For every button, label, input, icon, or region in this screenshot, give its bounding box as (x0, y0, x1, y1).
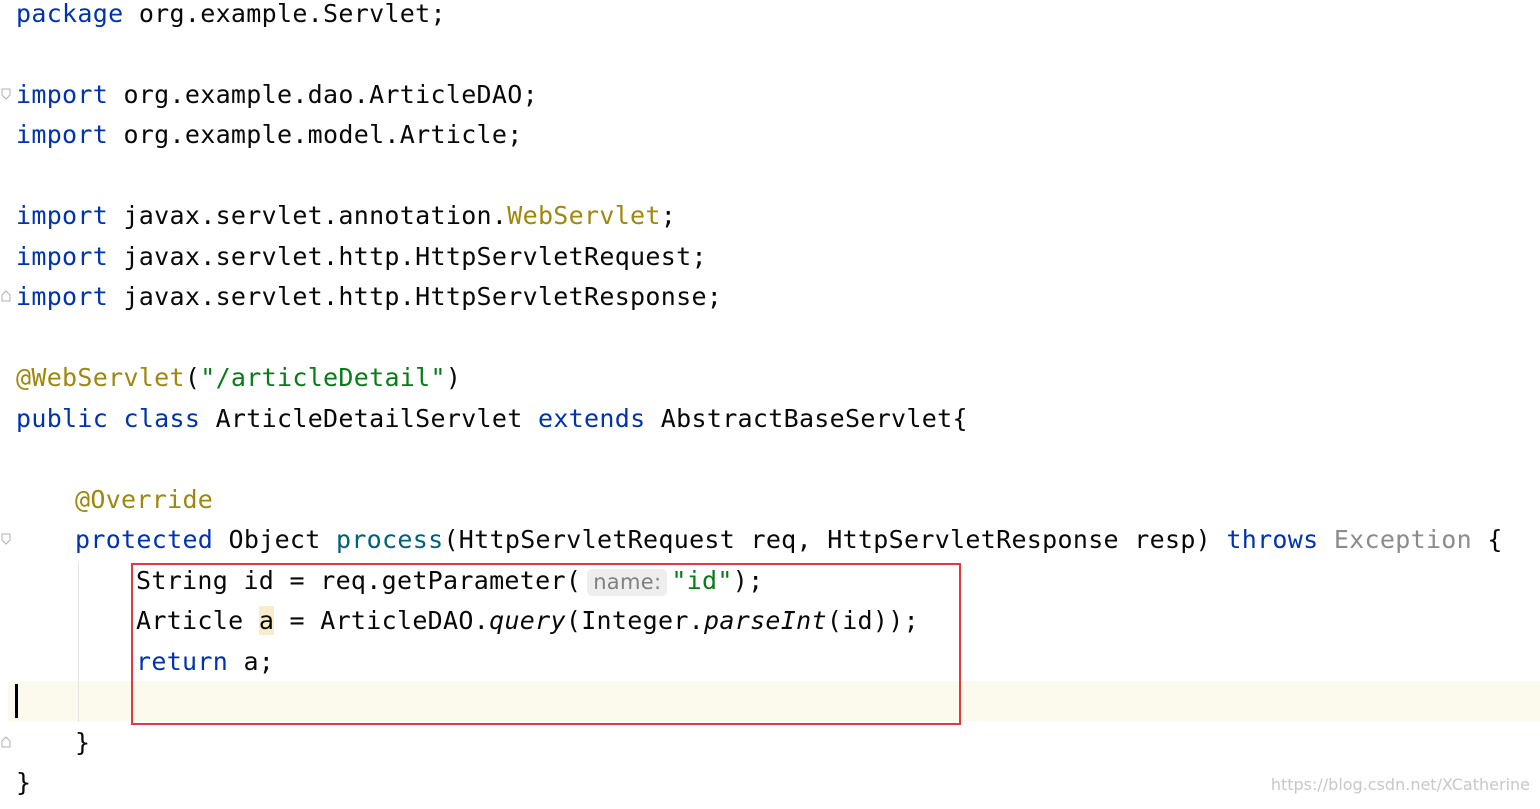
code-line[interactable]: @WebServlet("/articleDetail") (16, 364, 461, 404)
code-line[interactable]: import javax.servlet.http.HttpServletRes… (16, 283, 722, 323)
code-text: org.example.model.Article; (108, 120, 523, 149)
code-text: AbstractBaseServlet{ (645, 404, 968, 433)
code-text: Object (213, 525, 336, 554)
class-name: ArticleDetailServlet (200, 404, 538, 433)
closing-brace: } (75, 728, 91, 757)
editor-gutter (0, 0, 8, 804)
code-text: org.example.dao.ArticleDAO; (108, 80, 538, 109)
keyword: extends (537, 404, 646, 433)
code-text: { (1472, 525, 1503, 554)
code-line[interactable]: public class ArticleDetailServlet extend… (16, 405, 968, 445)
code-text: (HttpServletRequest req, HttpServletResp… (443, 525, 1227, 554)
fold-marker-icon[interactable] (1, 290, 11, 302)
closing-brace: } (16, 768, 32, 797)
indent-guide (78, 562, 79, 722)
fold-marker-icon[interactable] (1, 736, 11, 748)
exception-type: Exception (1318, 525, 1472, 554)
keyword: package (16, 0, 124, 28)
code-line[interactable]: protected Object process(HttpServletRequ… (75, 526, 1503, 566)
code-text: javax.servlet.http.HttpServletResponse; (108, 282, 723, 311)
code-line[interactable]: import org.example.model.Article; (16, 121, 523, 161)
keyword: import (16, 80, 109, 109)
keyword: import (16, 120, 109, 149)
watermark: https://blog.csdn.net/XCatherine (1270, 775, 1530, 794)
code-text: ; (660, 201, 677, 230)
code-line[interactable]: package org.example.Servlet; (16, 0, 446, 40)
annotation-ref: WebServlet (507, 201, 661, 230)
string-literal: "/articleDetail" (200, 363, 446, 392)
code-text: javax.servlet.annotation. (108, 201, 508, 230)
keyword: import (16, 201, 109, 230)
code-text: ( (184, 363, 201, 392)
code-text: javax.servlet.http.HttpServletRequest; (108, 242, 707, 271)
code-line[interactable]: import javax.servlet.annotation.WebServl… (16, 202, 676, 242)
code-text: ) (445, 363, 462, 392)
keyword: public (16, 404, 109, 433)
code-line[interactable]: import javax.servlet.http.HttpServletReq… (16, 243, 707, 283)
method-name: process (335, 525, 444, 554)
fold-marker-icon[interactable] (1, 88, 11, 100)
code-line[interactable]: @Override (75, 486, 213, 526)
code-editor[interactable]: package org.example.Servlet; import org.… (0, 0, 1540, 804)
annotation-highlight-box (131, 563, 961, 725)
fold-marker-icon[interactable] (1, 533, 11, 545)
annotation: @Override (75, 485, 214, 514)
keyword: class (123, 404, 201, 433)
text-caret (15, 684, 18, 718)
keyword: import (16, 282, 109, 311)
code-line[interactable]: import org.example.dao.ArticleDAO; (16, 81, 538, 121)
annotation: @WebServlet (16, 363, 185, 392)
code-text: org.example.Servlet; (123, 0, 446, 28)
keyword: throws (1226, 525, 1319, 554)
code-line[interactable]: } (16, 769, 31, 809)
code-line[interactable]: } (75, 729, 90, 769)
keyword: protected (75, 525, 214, 554)
keyword: import (16, 242, 109, 271)
